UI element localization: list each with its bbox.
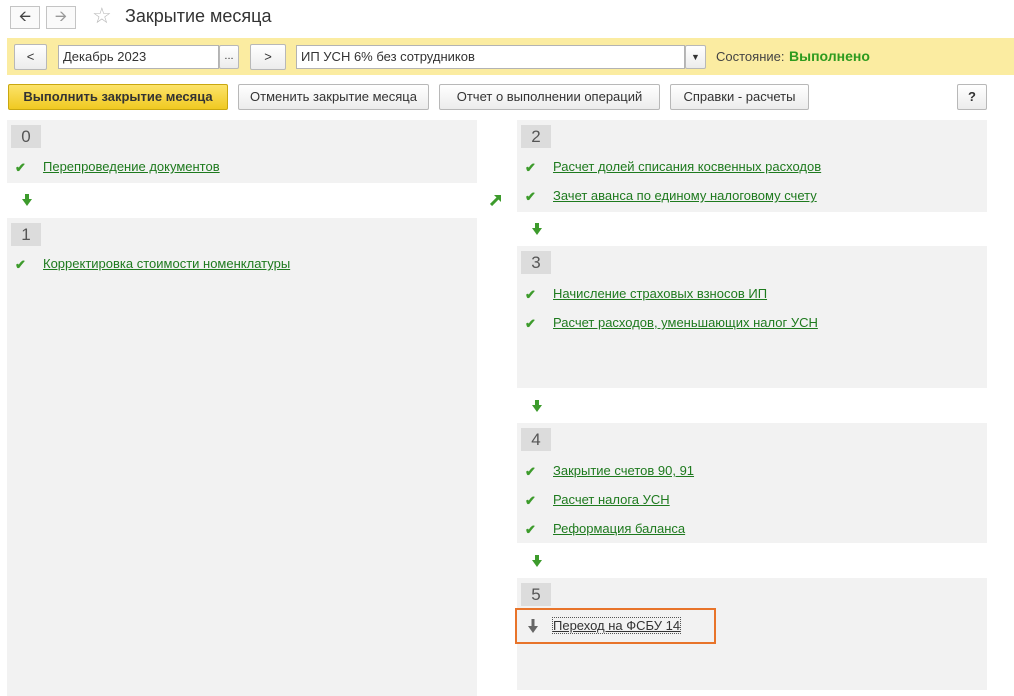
operation-link-pending[interactable]: Переход на ФСБУ 14 (551, 617, 682, 634)
arrow-left-icon: 🡨 (18, 8, 32, 25)
reference-calculations-button[interactable]: Справки - расчеты (670, 84, 809, 110)
state-label: Состояние: (716, 49, 785, 64)
operation-link[interactable]: Корректировка стоимости номенклатуры (43, 256, 290, 271)
arrow-up-right-icon (490, 195, 501, 206)
forward-button[interactable]: 🡪 (46, 6, 76, 29)
state-value: Выполнено (789, 48, 870, 64)
back-button[interactable]: 🡨 (10, 6, 40, 29)
stage-1-number: 1 (11, 223, 41, 246)
next-period-button[interactable]: > (250, 44, 286, 70)
arrow-down-icon (532, 223, 542, 235)
operation-link[interactable]: Зачет аванса по единому налоговому счету (553, 188, 817, 203)
operation-link[interactable]: Закрытие счетов 90, 91 (553, 463, 694, 478)
period-select-button[interactable]: ... (219, 45, 239, 69)
operation-link[interactable]: Перепроведение документов (43, 159, 220, 174)
stage-1-panel (7, 218, 477, 696)
stage-5-number: 5 (521, 583, 551, 606)
operation-link[interactable]: Расчет налога УСН (553, 492, 670, 507)
checkmark-icon: ✔ (525, 189, 536, 204)
checkmark-icon: ✔ (525, 522, 536, 537)
operations-report-button[interactable]: Отчет о выполнении операций (439, 84, 660, 110)
cancel-month-close-button[interactable]: Отменить закрытие месяца (238, 84, 429, 110)
checkmark-icon: ✔ (525, 316, 536, 331)
chevron-down-icon: ▼ (691, 52, 700, 62)
arrow-down-icon (22, 194, 32, 206)
page-title: Закрытие месяца (125, 6, 272, 26)
star-outline-icon[interactable]: ☆ (92, 3, 112, 29)
arrow-down-icon (532, 555, 542, 567)
stage-0-number: 0 (11, 125, 41, 148)
prev-period-button[interactable]: < (14, 44, 47, 70)
arrow-right-icon: 🡪 (54, 8, 68, 25)
stage-3-number: 3 (521, 251, 551, 274)
checkmark-icon: ✔ (525, 493, 536, 508)
operation-link[interactable]: Реформация баланса (553, 521, 685, 536)
help-button[interactable]: ? (957, 84, 987, 110)
operation-link[interactable]: Начисление страховых взносов ИП (553, 286, 767, 301)
checkmark-icon: ✔ (525, 464, 536, 479)
stage-2-number: 2 (521, 125, 551, 148)
period-field[interactable]: Декабрь 2023 (58, 45, 219, 69)
checkmark-icon: ✔ (15, 257, 26, 272)
arrow-down-icon (532, 400, 542, 412)
organization-dropdown-button[interactable]: ▼ (685, 45, 706, 69)
organization-field[interactable]: ИП УСН 6% без сотрудников (296, 45, 685, 69)
run-month-close-button[interactable]: Выполнить закрытие месяца (8, 84, 228, 110)
checkmark-icon: ✔ (525, 287, 536, 302)
checkmark-icon: ✔ (525, 160, 536, 175)
checkmark-icon: ✔ (15, 160, 26, 175)
arrow-down-gray-icon (528, 619, 538, 633)
operation-link[interactable]: Расчет расходов, уменьшающих налог УСН (553, 315, 818, 330)
stage-4-number: 4 (521, 428, 551, 451)
operation-link[interactable]: Расчет долей списания косвенных расходов (553, 159, 821, 174)
